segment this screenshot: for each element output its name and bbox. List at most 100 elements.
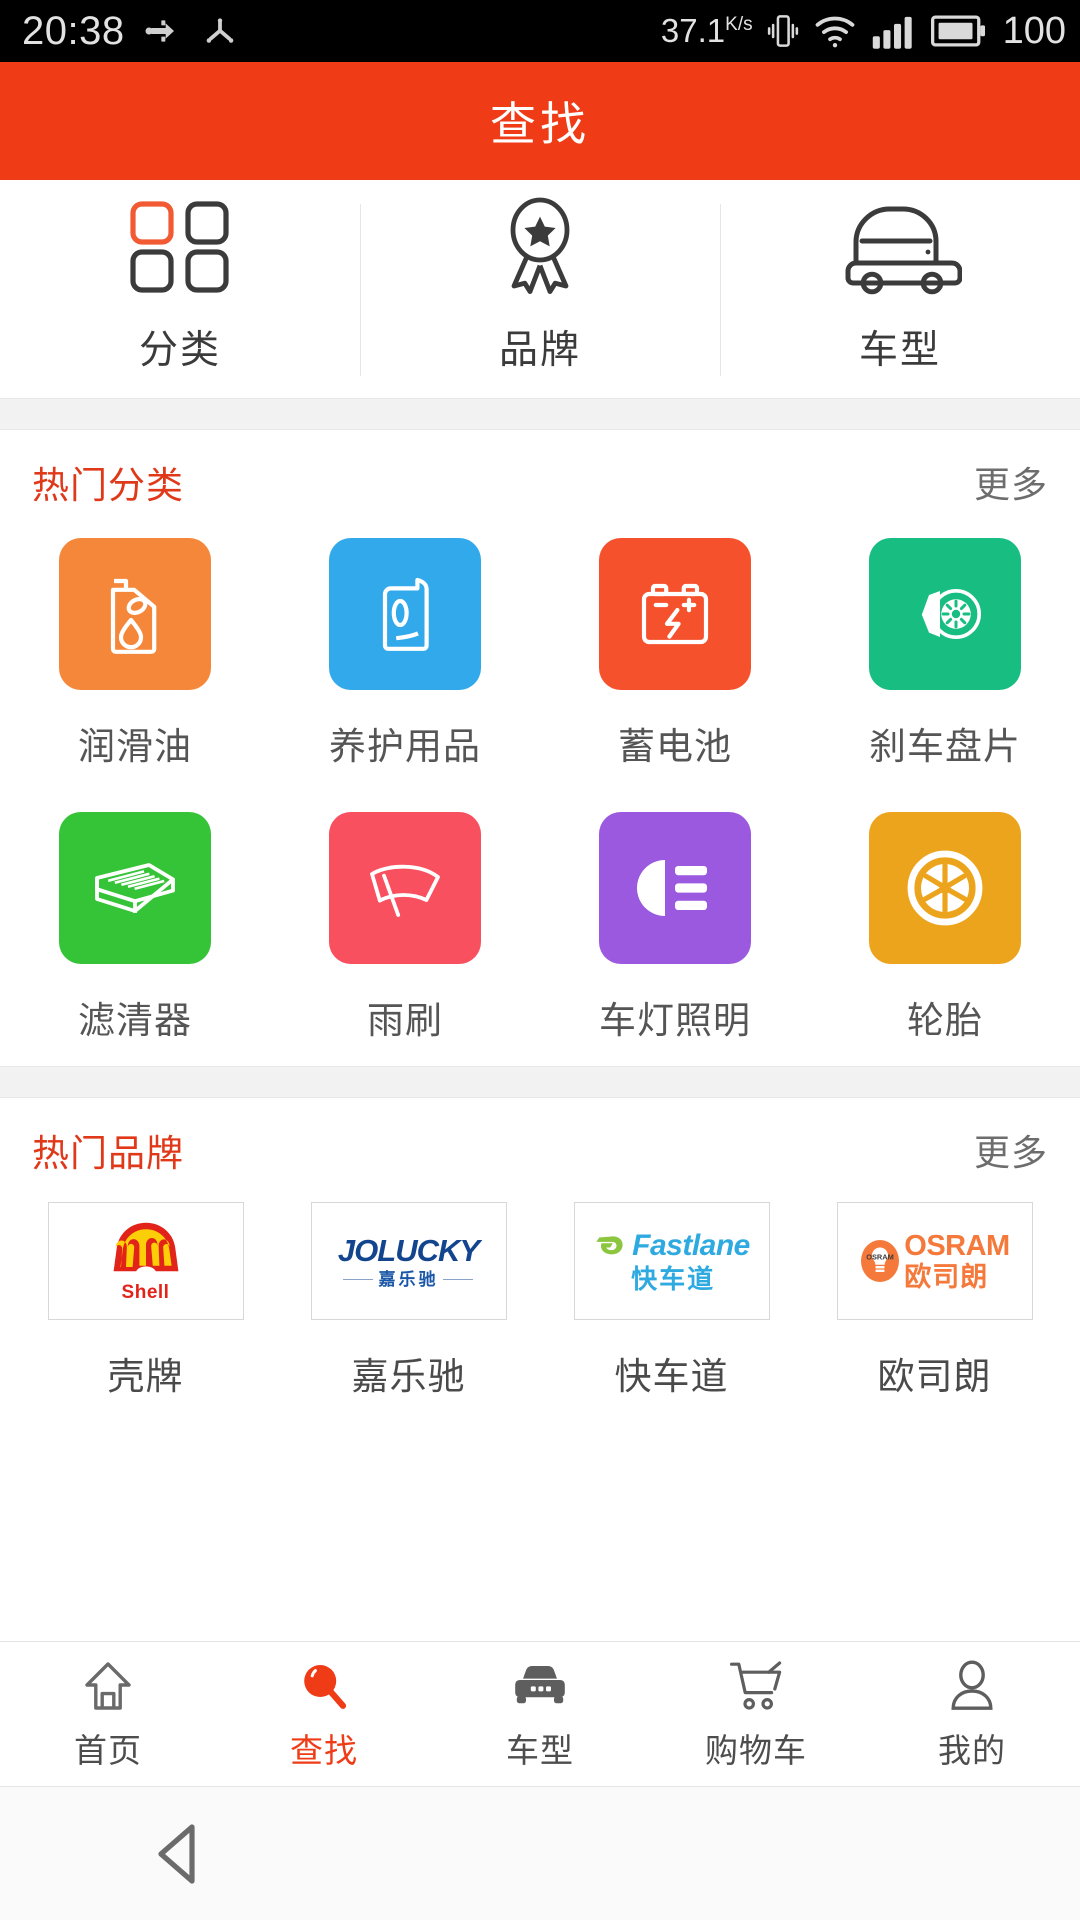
back-triangle-icon [158,1823,195,1884]
person-icon [946,1658,998,1714]
top-entry-category[interactable]: 分类 [0,180,360,398]
category-tile [329,812,481,964]
tab-cart[interactable]: 购物车 [648,1658,864,1772]
category-label: 轮胎 [907,1000,983,1041]
status-bar: 20:38 37.1K/s 100 [0,0,1080,62]
car-icon [838,203,962,295]
category-item-battery[interactable]: 蓄电池 [540,538,810,770]
award-badge-icon [490,197,590,295]
brand-row: Shell 壳牌 JOLUCKY 嘉乐驰 嘉乐驰 Fastlane 快车道 快车… [0,1202,1080,1400]
jolucky-wordmark: JOLUCKY [337,1232,480,1268]
shell-logo: Shell [91,1215,201,1307]
svg-text:OSRAM: OSRAM [867,1253,895,1262]
category-tile [869,538,1021,690]
brand-logo-box: Shell [47,1202,244,1320]
status-clock: 20:38 [22,8,125,53]
hot-categories-title: 热门分类 [32,465,184,506]
brand-item-shell[interactable]: Shell 壳牌 [14,1202,277,1400]
hot-categories-grid: 润滑油 养护用品 蓄电池 刹车盘片 滤清器 雨刷 车灯照明 轮胎 [0,534,1080,1066]
osram-logo: OSRAM OSRAM 欧司朗 [859,1231,1010,1291]
category-tile [329,538,481,690]
hot-brands-title: 热门品牌 [32,1133,184,1174]
vibrate-icon [767,10,799,52]
system-back-button[interactable] [0,1821,356,1887]
top-entry-brand-label: 品牌 [498,329,581,372]
shell-wordmark: Shell [121,1282,170,1303]
tab-carmodel[interactable]: 车型 [432,1658,648,1772]
category-label: 润滑油 [78,726,192,767]
app-screen: 20:38 37.1K/s 100 查找 分类 品牌 车型 热门分类 更多 润滑… [0,0,1080,1920]
tab-profile[interactable]: 我的 [864,1658,1080,1772]
top-entry-brand[interactable]: 品牌 [360,180,720,398]
section-divider-1 [0,398,1080,430]
jolucky-subtext: 嘉乐驰 [378,1269,439,1289]
signal-bars-icon [871,11,917,51]
battery-cell-icon [641,583,709,645]
top-entry-category-label: 分类 [138,329,221,372]
brand-logo-box: OSRAM OSRAM 欧司朗 [836,1202,1033,1320]
battery-level: 100 [1002,9,1066,52]
category-item-filter[interactable]: 滤清器 [0,812,270,1044]
care-product-icon [382,577,429,651]
hot-brands-more-link[interactable]: 更多 [974,1124,1048,1176]
wheel-icon [907,850,983,926]
tab-search-label: 查找 [290,1731,358,1769]
page-title: 查找 [490,98,590,150]
tab-search[interactable]: 查找 [216,1658,432,1772]
brand-item-fastlane[interactable]: Fastlane 快车道 快车道 [540,1202,803,1400]
brand-logo-box: JOLUCKY 嘉乐驰 [310,1202,507,1320]
top-entry-carmodel-label: 车型 [858,329,941,372]
category-label: 雨刷 [367,1000,443,1041]
osram-bulb-icon: OSRAM [861,1240,900,1282]
fastlane-subtext: 快车道 [631,1263,716,1294]
tab-home-label: 首页 [74,1731,142,1769]
category-item-brakedisc[interactable]: 刹车盘片 [810,538,1080,770]
category-tile [59,538,211,690]
section-divider-2 [0,1066,1080,1098]
hot-brands-header: 热门品牌 更多 [0,1098,1080,1202]
hot-brands-grid: Shell 壳牌 JOLUCKY 嘉乐驰 嘉乐驰 Fastlane 快车道 快车… [0,1202,1080,1408]
headlight-icon [637,860,707,916]
top-entry-nav: 分类 品牌 车型 [0,180,1080,398]
category-item-wiper[interactable]: 雨刷 [270,812,540,1044]
grid-icon [128,201,232,295]
usb-icon [143,11,183,51]
status-bar-left: 20:38 [22,9,239,54]
category-tile [59,812,211,964]
page-title-bar: 查找 [0,62,1080,180]
category-label: 养护用品 [329,726,481,767]
fastlane-logo: Fastlane 快车道 [593,1228,750,1294]
share-icon [201,11,239,51]
brand-label: 欧司朗 [877,1356,992,1397]
category-item-headlight[interactable]: 车灯照明 [540,812,810,1044]
category-item-care[interactable]: 养护用品 [270,538,540,770]
hot-categories-more-link[interactable]: 更多 [974,456,1048,508]
brand-item-osram[interactable]: OSRAM OSRAM 欧司朗 欧司朗 [803,1202,1066,1400]
wifi-icon [813,11,857,51]
jolucky-rule-right [443,1278,474,1280]
brand-label: 嘉乐驰 [351,1356,466,1397]
fastlane-wordmark: Fastlane [632,1228,750,1262]
category-item-tire[interactable]: 轮胎 [810,812,1080,1044]
tab-profile-label: 我的 [938,1731,1006,1769]
status-bar-right: 37.1K/s 100 [661,10,1066,53]
bottom-tab-bar: 首页 查找 车型 购物车 我的 [0,1641,1080,1787]
brand-item-jolucky[interactable]: JOLUCKY 嘉乐驰 嘉乐驰 [277,1202,540,1400]
home-icon [81,1658,135,1714]
air-filter-icon [95,863,175,913]
tab-home[interactable]: 首页 [0,1658,216,1772]
category-label: 刹车盘片 [869,726,1021,767]
top-entry-carmodel[interactable]: 车型 [720,180,1080,398]
tab-cart-label: 购物车 [705,1731,807,1769]
category-row: 润滑油 养护用品 蓄电池 刹车盘片 [0,538,1080,770]
category-item-lubricant[interactable]: 润滑油 [0,538,270,770]
network-speed: 37.1K/s [660,12,753,49]
category-label: 蓄电池 [618,726,732,767]
search-icon [297,1658,351,1714]
brake-disc-icon [921,588,982,640]
cart-icon [728,1658,784,1714]
category-label: 车灯照明 [599,1000,751,1041]
category-row: 滤清器 雨刷 车灯照明 轮胎 [0,812,1080,1044]
battery-icon [930,14,987,48]
brand-label: 快车道 [614,1356,729,1397]
